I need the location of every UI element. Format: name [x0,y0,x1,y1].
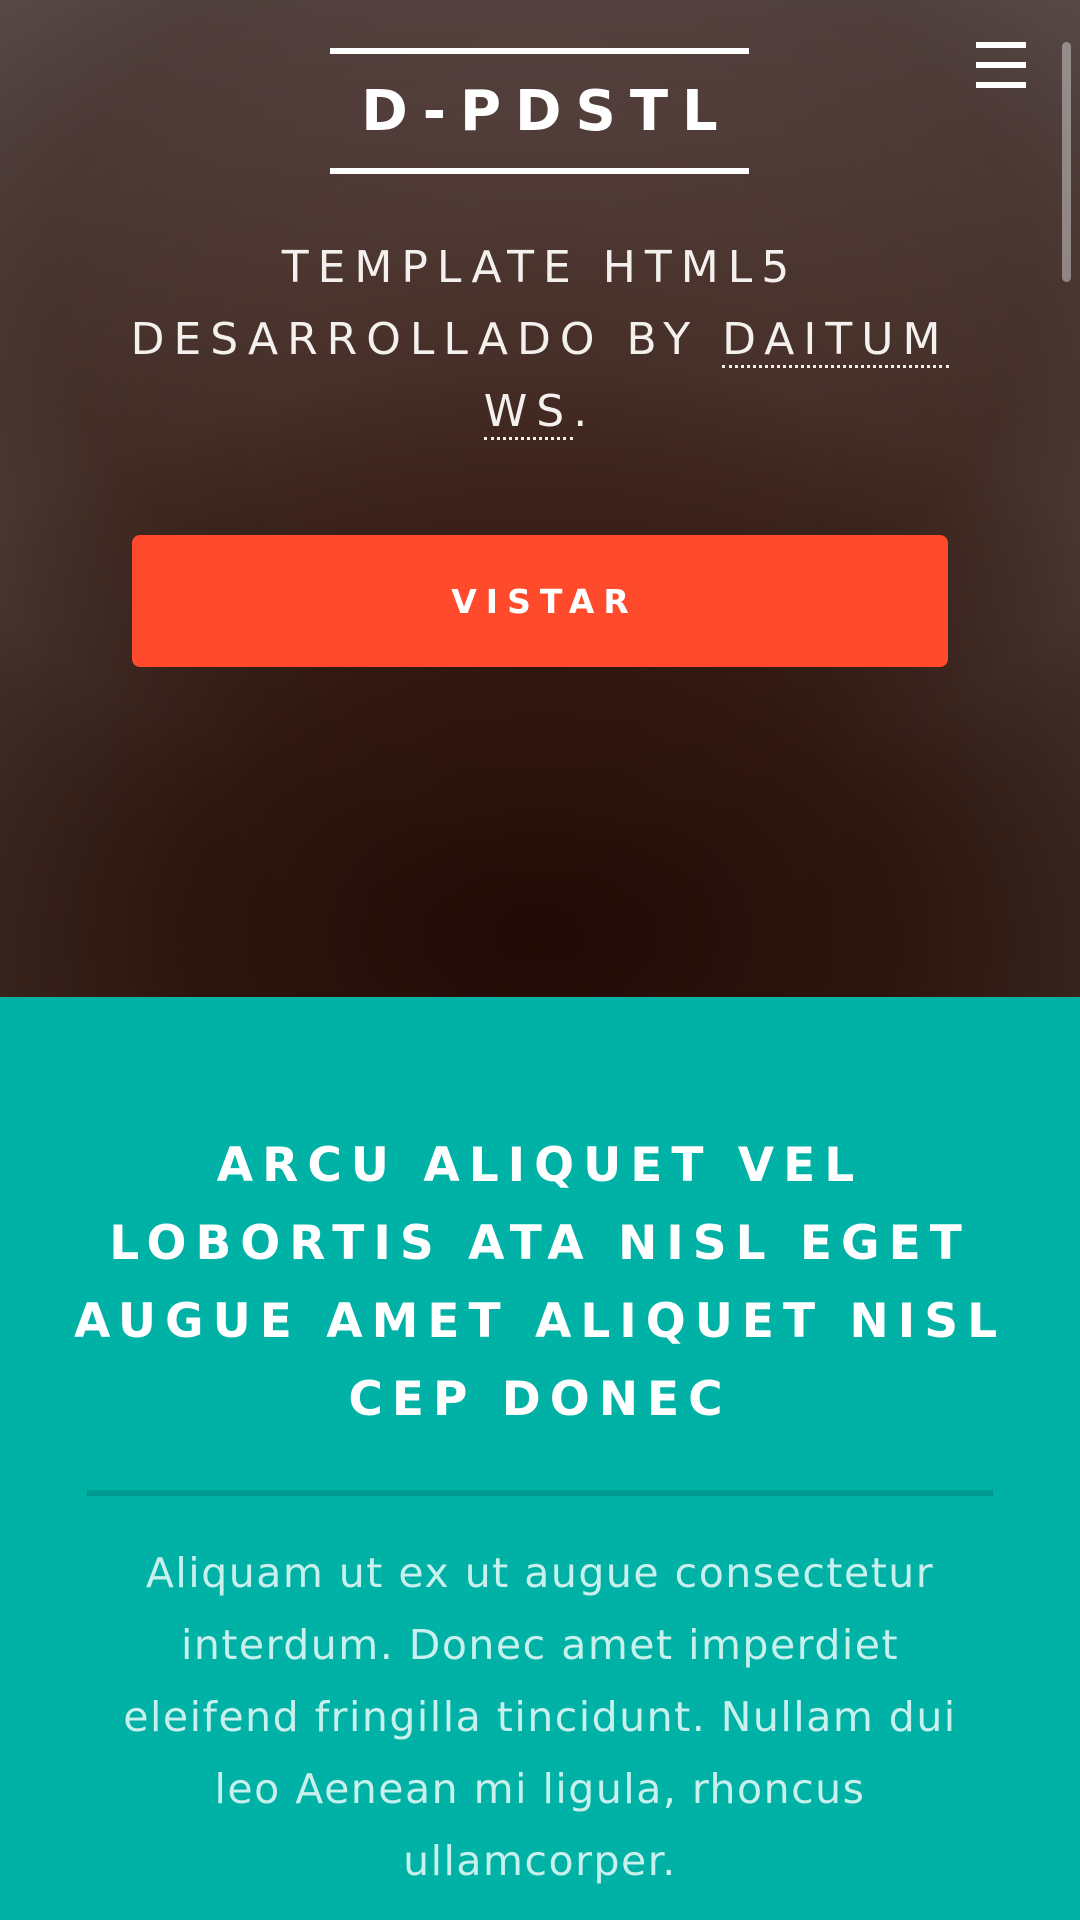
menu-bar [976,42,1026,48]
hero-banner: D-PDSTL TEMPLATE HTML5 DESARROLLADO BY D… [0,0,1080,997]
scrollbar-thumb[interactable] [1062,42,1071,282]
hero-tagline: TEMPLATE HTML5 DESARROLLADO BY DAITUM WS. [110,232,970,448]
tagline-period: . [573,386,597,437]
hamburger-menu-icon[interactable] [976,42,1026,88]
tagline-text: TEMPLATE HTML5 DESARROLLADO BY [130,242,799,365]
menu-bar [976,62,1026,68]
intro-section: ARCU ALIQUET VEL LOBORTIS ATA NISL EGET … [0,997,1080,1920]
vistar-button[interactable]: VISTAR [132,535,948,667]
author-link-continued[interactable]: WS [483,386,574,440]
scrollbar[interactable] [1060,0,1080,1920]
author-link[interactable]: DAITUM [722,314,950,368]
section-heading: ARCU ALIQUET VEL LOBORTIS ATA NISL EGET … [73,1138,1007,1427]
menu-bar [976,82,1026,88]
section-divider [87,1490,993,1496]
section-paragraph: Aliquam ut ex ut augue consectetur inter… [123,1549,957,1885]
logo-text: D-PDSTL [361,78,732,144]
site-logo[interactable]: D-PDSTL [330,48,749,174]
